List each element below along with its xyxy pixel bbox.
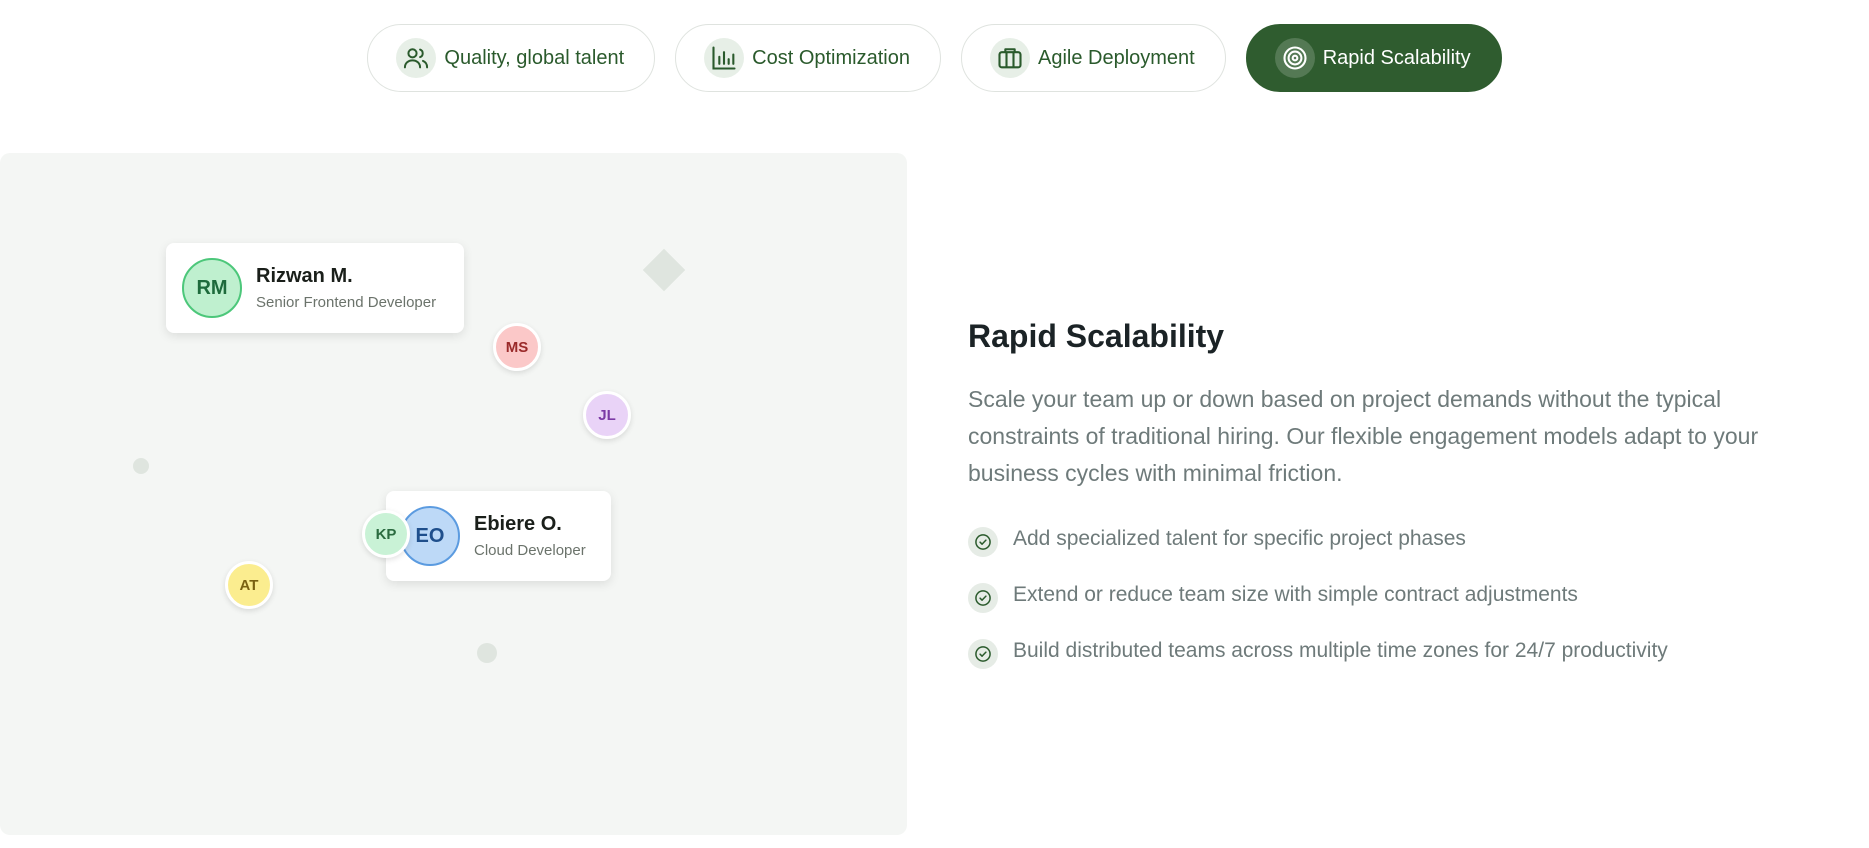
tab-label: Agile Deployment — [1037, 46, 1195, 69]
feature-text: Extend or reduce team size with simple c… — [1013, 583, 1578, 606]
section-title: Rapid Scalability — [968, 318, 1225, 354]
check-circle-icon — [968, 639, 998, 669]
avatar: RM — [182, 258, 242, 318]
page: Quality, global talent Cost Optimization… — [0, 0, 1869, 848]
avatar-bubble-ms: MS — [493, 323, 541, 371]
feature-text: Add specialized talent for specific proj… — [1013, 527, 1466, 550]
team-illustration-panel: RM Rizwan M. Senior Frontend Developer E… — [0, 153, 907, 835]
tab-label: Rapid Scalability — [1322, 46, 1471, 69]
list-item: Build distributed teams across multiple … — [968, 626, 1828, 682]
developer-role: Senior Frontend Developer — [256, 294, 437, 311]
list-item: Extend or reduce team size with simple c… — [968, 570, 1828, 626]
section-description: Scale your team up or down based on proj… — [968, 386, 1759, 486]
bar-chart-icon — [704, 38, 745, 78]
avatar-initials: RM — [196, 276, 228, 299]
tab-label: Cost Optimization — [752, 46, 910, 69]
list-item: Add specialized talent for specific proj… — [968, 514, 1828, 570]
tab-quality-global-talent[interactable]: Quality, global talent — [367, 24, 656, 92]
tab-rapid-scalability[interactable]: Rapid Scalability — [1245, 24, 1502, 92]
feature-tabs: Quality, global talent Cost Optimization… — [0, 24, 1869, 92]
target-icon — [1274, 38, 1315, 78]
tab-label: Quality, global talent — [444, 46, 625, 69]
avatar-initials: AT — [239, 576, 259, 594]
check-circle-icon — [968, 527, 998, 557]
avatar-initials: EO — [415, 524, 445, 547]
briefcase-icon — [989, 38, 1030, 78]
avatar-bubble-kp: KP — [362, 510, 410, 558]
decorative-diamond — [642, 248, 686, 292]
tab-agile-deployment[interactable]: Agile Deployment — [960, 24, 1226, 92]
tab-cost-optimization[interactable]: Cost Optimization — [675, 24, 941, 92]
feature-text: Build distributed teams across multiple … — [1013, 639, 1668, 662]
feature-content: Rapid Scalability Scale your team up or … — [968, 318, 1828, 682]
developer-card-rizwan: RM Rizwan M. Senior Frontend Developer — [166, 243, 464, 333]
check-circle-icon — [968, 583, 998, 613]
developer-name: Ebiere O. — [474, 513, 562, 535]
developer-card-ebiere: EO Ebiere O. Cloud Developer — [386, 491, 611, 581]
avatar-bubble-at: AT — [225, 561, 273, 609]
avatar-initials: MS — [505, 338, 529, 356]
decorative-dot — [477, 643, 497, 663]
developer-name: Rizwan M. — [256, 265, 353, 287]
avatar-initials: JL — [598, 406, 616, 424]
decorative-dot — [133, 458, 149, 474]
feature-list: Add specialized talent for specific proj… — [968, 514, 1828, 682]
users-icon — [396, 38, 437, 78]
avatar-initials: KP — [375, 525, 397, 543]
developer-role: Cloud Developer — [474, 542, 586, 559]
avatar-bubble-jl: JL — [583, 391, 631, 439]
